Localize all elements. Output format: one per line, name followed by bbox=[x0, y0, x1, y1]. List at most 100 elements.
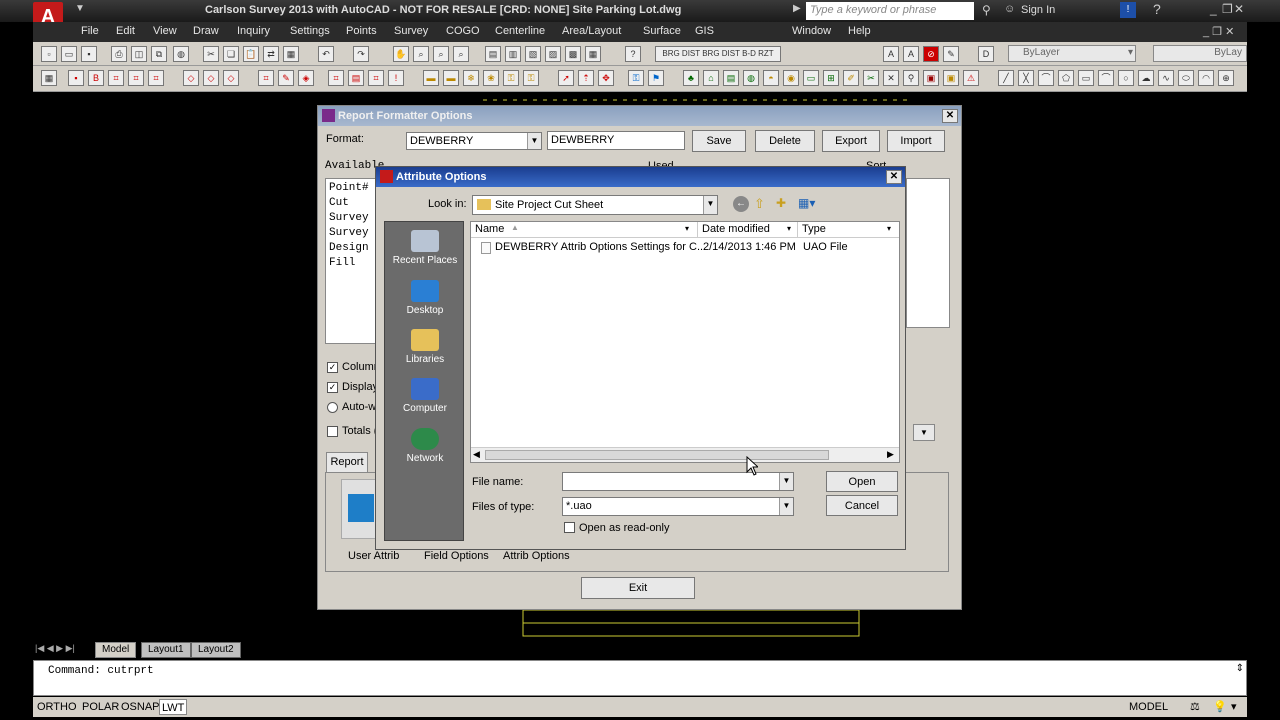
place-computer[interactable]: Computer bbox=[385, 378, 465, 414]
open-button[interactable]: Open bbox=[826, 471, 898, 492]
chevron-down-icon[interactable]: ▼ bbox=[913, 424, 935, 441]
lock-icon[interactable]: ⚿ bbox=[628, 70, 644, 86]
up-folder-icon[interactable]: ⇧ bbox=[754, 196, 770, 212]
dist-icon[interactable]: D bbox=[978, 46, 994, 62]
redo-icon[interactable]: ↷ bbox=[353, 46, 369, 62]
display-checkbox[interactable]: ✓ bbox=[327, 382, 338, 393]
views-menu-icon[interactable]: ▦▾ bbox=[798, 196, 822, 212]
restore-icon[interactable]: ❐ bbox=[1222, 2, 1233, 16]
scroll-right-icon[interactable]: ▶ bbox=[887, 449, 894, 460]
report-icon[interactable]: ▤ bbox=[348, 70, 364, 86]
list-item[interactable]: Fill bbox=[329, 256, 381, 271]
zoom-window-icon[interactable]: ⌕ bbox=[433, 46, 449, 62]
file-name-input[interactable]: ▼ bbox=[562, 472, 794, 491]
help-icon[interactable]: ? bbox=[1153, 1, 1161, 17]
edit-point-icon[interactable]: ◈ bbox=[298, 70, 314, 86]
menu-survey[interactable]: Survey bbox=[394, 25, 428, 37]
properties-icon[interactable]: ▤ bbox=[485, 46, 501, 62]
polyline-icon[interactable]: ⌒ bbox=[1038, 70, 1054, 86]
arc-icon[interactable]: ⌒ bbox=[1098, 70, 1114, 86]
sort-list[interactable] bbox=[906, 178, 950, 328]
up-arrow-icon[interactable]: ⇡ bbox=[578, 70, 594, 86]
paste-icon[interactable]: 📋 bbox=[243, 46, 259, 62]
grid-icon[interactable]: ▦ bbox=[41, 70, 57, 86]
exchange-icon[interactable]: ! bbox=[1120, 2, 1136, 18]
pan-icon[interactable]: ✋ bbox=[393, 46, 409, 62]
list-icon[interactable]: ⌗ bbox=[368, 70, 384, 86]
column-checkbox[interactable]: ✓ bbox=[327, 362, 338, 373]
menu-settings[interactable]: Settings bbox=[290, 25, 330, 37]
monitor-icon[interactable]: ▭ bbox=[803, 70, 819, 86]
import-button[interactable]: Import bbox=[887, 130, 945, 152]
train-icon[interactable]: ▣ bbox=[923, 70, 939, 86]
cancel-button[interactable]: Cancel bbox=[826, 495, 898, 516]
chevron-down-icon[interactable]: ▾ bbox=[887, 224, 891, 233]
print-icon[interactable]: ⎙ bbox=[111, 46, 127, 62]
node-icon[interactable]: ⌗ bbox=[108, 70, 124, 86]
format-name-input[interactable]: DEWBERRY bbox=[547, 131, 685, 150]
look-in-select[interactable]: Site Project Cut Sheet ▼ bbox=[472, 195, 718, 215]
arrow-icon[interactable]: ➚ bbox=[558, 70, 574, 86]
menu-gis[interactable]: GIS bbox=[695, 25, 714, 37]
walker-icon[interactable]: ⚲ bbox=[903, 70, 919, 86]
files-of-type-select[interactable]: *.uao ▼ bbox=[562, 497, 794, 516]
layer-thaw-icon[interactable]: ❀ bbox=[483, 70, 499, 86]
fence-icon[interactable]: ⊞ bbox=[823, 70, 839, 86]
cloud-icon[interactable]: ☁ bbox=[1138, 70, 1154, 86]
design-center-icon[interactable]: ▥ bbox=[505, 46, 521, 62]
publish-icon[interactable]: ⧉ bbox=[151, 46, 167, 62]
chevron-down-icon[interactable]: ▾ bbox=[787, 224, 791, 233]
list-item[interactable]: Survey bbox=[329, 211, 381, 226]
draw-point-icon[interactable]: ✎ bbox=[278, 70, 294, 86]
zoom-previous-icon[interactable]: ⌕ bbox=[453, 46, 469, 62]
menu-file[interactable]: File bbox=[81, 25, 99, 37]
undo-icon[interactable]: ↶ bbox=[318, 46, 334, 62]
layer-on-icon[interactable]: ▬ bbox=[423, 70, 439, 86]
help-toolbar-icon[interactable]: ? bbox=[625, 46, 641, 62]
tree-icon[interactable]: ♣ bbox=[683, 70, 699, 86]
spline-icon[interactable]: ∿ bbox=[1158, 70, 1174, 86]
close-icon[interactable]: ✕ bbox=[886, 170, 902, 184]
point-icon[interactable]: ▪ bbox=[68, 70, 84, 86]
pen-icon[interactable]: ✎ bbox=[943, 46, 959, 62]
save-button[interactable]: Save bbox=[692, 130, 746, 152]
construction-line-icon[interactable]: ╳ bbox=[1018, 70, 1034, 86]
menu-points[interactable]: Points bbox=[346, 25, 377, 37]
place-libraries[interactable]: Libraries bbox=[385, 329, 465, 365]
warning-icon[interactable]: ⚠ bbox=[963, 70, 979, 86]
insert-icon[interactable]: ⌗ bbox=[148, 70, 164, 86]
no-entry-icon[interactable]: ⊘ bbox=[923, 46, 939, 62]
file-list[interactable]: Name ▲ ▾ Date modified ▾ Type ▾ DEWBERRY… bbox=[470, 221, 900, 463]
delete-button[interactable]: Delete bbox=[755, 130, 815, 152]
open-file-icon[interactable]: ▭ bbox=[61, 46, 77, 62]
horizontal-scrollbar[interactable]: ◀ ▶ bbox=[471, 447, 899, 462]
user-attrib-label[interactable]: User Attrib bbox=[348, 550, 399, 562]
binoculars-icon[interactable]: ⚲ bbox=[982, 3, 991, 17]
place-desktop[interactable]: Desktop bbox=[385, 280, 465, 316]
block-icon[interactable]: ▦ bbox=[283, 46, 299, 62]
markup-icon[interactable]: ▩ bbox=[565, 46, 581, 62]
doc-window-controls[interactable]: _ ❐ ✕ bbox=[1203, 25, 1234, 38]
match-icon[interactable]: ⇄ bbox=[263, 46, 279, 62]
list-item[interactable]: Point# bbox=[329, 181, 381, 196]
circle-icon[interactable]: ○ bbox=[1118, 70, 1134, 86]
block-b-icon[interactable]: B bbox=[88, 70, 104, 86]
totals-checkbox[interactable] bbox=[327, 426, 338, 437]
layer-off-icon[interactable]: ▬ bbox=[443, 70, 459, 86]
tools-icon[interactable]: ✂ bbox=[863, 70, 879, 86]
rectangle-icon[interactable]: ▭ bbox=[1078, 70, 1094, 86]
hydrant-icon[interactable]: ◉ bbox=[783, 70, 799, 86]
insert-block-icon[interactable]: ⊕ bbox=[1218, 70, 1234, 86]
menu-help[interactable]: Help bbox=[848, 25, 871, 37]
menu-edit[interactable]: Edit bbox=[116, 25, 135, 37]
place-network[interactable]: Network bbox=[385, 428, 465, 464]
polar-toggle[interactable]: POLAR bbox=[80, 699, 121, 715]
column-type[interactable]: Type bbox=[802, 223, 826, 235]
format-select[interactable]: DEWBERRY ▼ bbox=[406, 132, 542, 150]
cut-icon[interactable]: ✂ bbox=[203, 46, 219, 62]
flag-icon[interactable]: ⚑ bbox=[648, 70, 664, 86]
table-row[interactable]: DEWBERRY Attrib Options Settings for C..… bbox=[471, 240, 899, 256]
menu-surface[interactable]: Surface bbox=[643, 25, 681, 37]
building-icon[interactable]: ⌂ bbox=[703, 70, 719, 86]
field-options-label[interactable]: Field Options bbox=[424, 550, 489, 562]
